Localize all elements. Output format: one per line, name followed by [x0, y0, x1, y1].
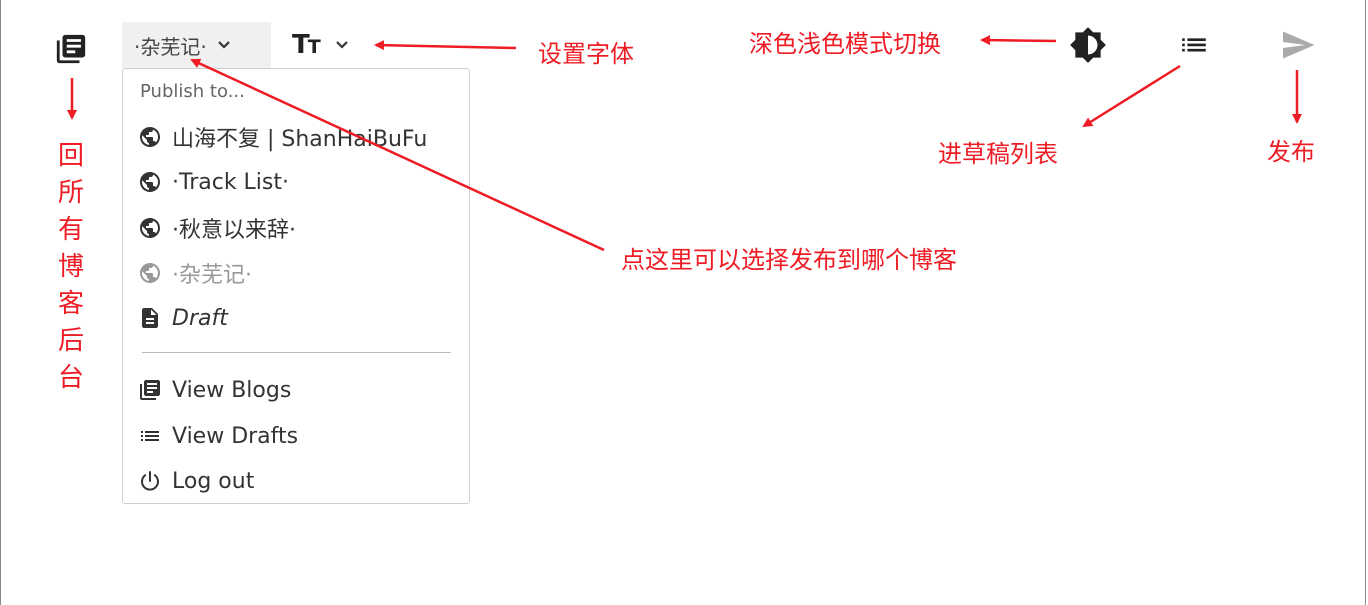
chevron-down-icon [217, 40, 231, 50]
library-books-icon [138, 378, 162, 402]
blog-selector-button[interactable]: ·杂芜记· [122, 22, 271, 68]
logout-item[interactable]: Log out [138, 464, 465, 498]
annotation-back-to-blogs: 回所有博客后台 [57, 141, 84, 393]
annotation-choose-blog: 点这里可以选择发布到哪个博客 [621, 246, 957, 274]
chevron-down-icon [335, 40, 349, 50]
font-icon: TT [292, 30, 321, 60]
draft-option[interactable]: Draft [138, 301, 465, 335]
blog-option-track-list[interactable]: ·Track List· [138, 165, 465, 199]
view-drafts-item[interactable]: View Drafts [138, 419, 465, 453]
annotation-theme-toggle: 深色浅色模式切换 [749, 30, 941, 58]
annotation-set-font: 设置字体 [538, 40, 634, 68]
annotation-publish: 发布 [1267, 138, 1315, 166]
document-icon [138, 306, 162, 330]
send-icon[interactable] [1280, 27, 1316, 63]
library-books-icon[interactable] [54, 32, 88, 66]
globe-icon [138, 125, 162, 149]
brightness-contrast-icon[interactable] [1069, 26, 1107, 64]
power-icon [138, 469, 162, 493]
blog-option-qiuyi[interactable]: ·秋意以来辞· [138, 211, 465, 245]
blog-option-zawuji: ·杂芜记· [138, 256, 465, 290]
font-settings-button[interactable]: TT [292, 30, 349, 60]
blog-option-shanhaibufu[interactable]: 山海不复 | ShanHaiBuFu [138, 120, 465, 154]
globe-icon [138, 261, 162, 285]
globe-icon [138, 170, 162, 194]
globe-icon [138, 216, 162, 240]
selected-blog-label: ·杂芜记· [134, 34, 207, 59]
list-icon [138, 424, 162, 448]
publish-to-dropdown: Publish to... 山海不复 | ShanHaiBuFu ·Track … [122, 68, 470, 504]
list-icon[interactable] [1179, 30, 1209, 60]
annotation-draft-list: 进草稿列表 [938, 140, 1058, 168]
dropdown-divider [142, 352, 451, 353]
dropdown-header: Publish to... [140, 81, 245, 102]
view-blogs-item[interactable]: View Blogs [138, 373, 465, 407]
